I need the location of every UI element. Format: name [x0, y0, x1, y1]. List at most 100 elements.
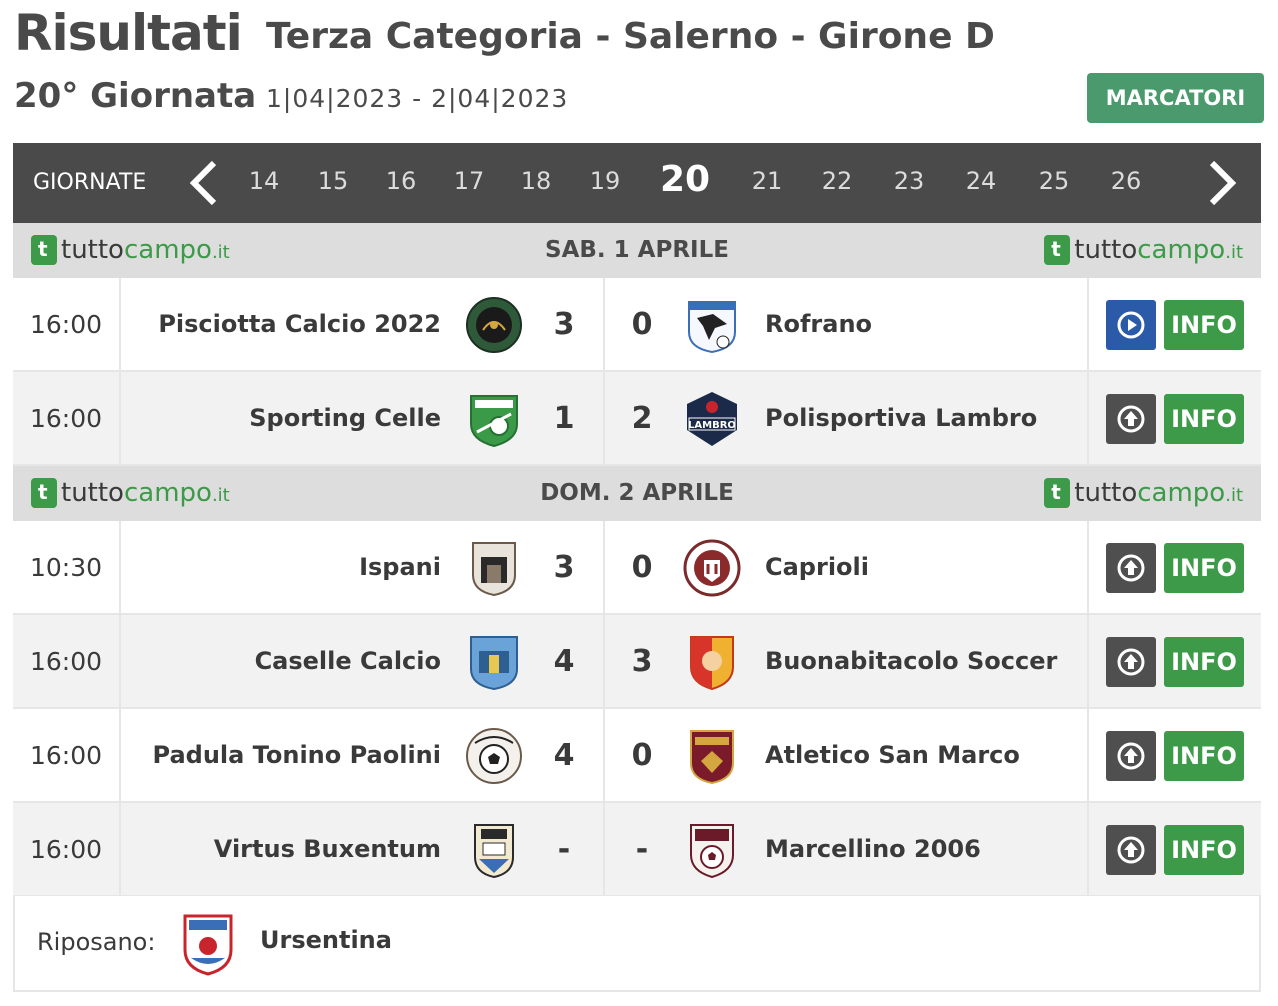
away-team-crest — [683, 539, 741, 597]
away-score: 2 — [631, 400, 653, 436]
round-link-17[interactable]: 17 — [445, 167, 493, 195]
info-button[interactable]: INFO — [1164, 300, 1244, 350]
arrow-up-icon[interactable] — [1106, 825, 1156, 875]
away-team-name[interactable]: Polisportiva Lambro — [765, 372, 1037, 464]
marcatori-button[interactable]: MARCATORI — [1087, 73, 1264, 123]
home-team-name[interactable]: Pisciotta Calcio 2022 — [158, 278, 441, 370]
home-team-crest — [465, 390, 523, 448]
resting-label: Riposano: — [37, 928, 156, 956]
info-button[interactable]: INFO — [1164, 394, 1244, 444]
resting-team-crest — [179, 912, 237, 976]
info-button[interactable]: INFO — [1164, 825, 1244, 875]
round-navigation: GIORNATE 14 15 16 17 18 19 20 21 22 23 2… — [13, 143, 1261, 223]
match-row[interactable]: 10:30 Ispani 3 0 Caprioli INFO — [13, 521, 1261, 615]
round-link-25[interactable]: 25 — [1030, 167, 1078, 195]
home-team-crest — [465, 296, 523, 354]
match-time: 10:30 — [13, 521, 121, 613]
svg-text:LAMBRO: LAMBRO — [688, 420, 736, 431]
tuttocampo-logo-icon — [1044, 235, 1071, 265]
match-row[interactable]: 16:00 Virtus Buxentum - - Marcellino 200… — [13, 803, 1261, 897]
resting-team-name[interactable]: Ursentina — [260, 926, 392, 954]
round-link-18[interactable]: 18 — [512, 167, 560, 195]
home-team-crest — [465, 633, 523, 691]
away-score: 0 — [631, 306, 653, 342]
home-team-name[interactable]: Virtus Buxentum — [214, 803, 441, 895]
info-button[interactable]: INFO — [1164, 543, 1244, 593]
chevron-right-icon[interactable] — [1203, 159, 1243, 207]
home-team-crest — [465, 539, 523, 597]
round-link-26[interactable]: 26 — [1102, 167, 1150, 195]
away-team-name[interactable]: Marcellino 2006 — [765, 803, 981, 895]
arrow-up-icon[interactable] — [1106, 394, 1156, 444]
away-team-name[interactable]: Rofrano — [765, 278, 872, 370]
match-actions: INFO — [1087, 803, 1261, 895]
home-score: - — [557, 831, 571, 867]
score-divider — [603, 615, 605, 707]
match-row[interactable]: 16:00 Pisciotta Calcio 2022 3 0 Rofrano … — [13, 278, 1261, 372]
away-score: 0 — [631, 549, 653, 585]
match-actions: INFO — [1087, 278, 1261, 370]
round-link-15[interactable]: 15 — [309, 167, 357, 195]
away-team-crest — [683, 821, 741, 879]
match-time: 16:00 — [13, 709, 121, 801]
play-icon[interactable] — [1106, 300, 1156, 350]
arrow-up-icon[interactable] — [1106, 637, 1156, 687]
match-time: 16:00 — [13, 278, 121, 370]
match-actions: INFO — [1087, 709, 1261, 801]
away-team-crest — [683, 633, 741, 691]
match-time: 16:00 — [13, 372, 121, 464]
round-nav-label: GIORNATE — [33, 170, 147, 195]
home-team-name[interactable]: Ispani — [359, 521, 441, 613]
round-dates: 1|04|2023 - 2|04|2023 — [266, 84, 569, 113]
away-team-name[interactable]: Caprioli — [765, 521, 869, 613]
home-score: 4 — [553, 643, 575, 679]
home-score: 3 — [553, 549, 575, 585]
info-button[interactable]: INFO — [1164, 731, 1244, 781]
home-score: 1 — [553, 400, 575, 436]
match-row[interactable]: 16:00 Padula Tonino Paolini 4 0 Atletico… — [13, 709, 1261, 803]
round-link-23[interactable]: 23 — [885, 167, 933, 195]
home-team-name[interactable]: Caselle Calcio — [255, 615, 441, 707]
away-team-name[interactable]: Atletico San Marco — [765, 709, 1020, 801]
match-row[interactable]: 16:00 Sporting Celle 1 2 LAMBRO Polispor… — [13, 372, 1261, 466]
away-score: 0 — [631, 737, 653, 773]
home-team-crest — [465, 727, 523, 785]
home-team-name[interactable]: Padula Tonino Paolini — [153, 709, 442, 801]
away-score: - — [635, 831, 649, 867]
match-actions: INFO — [1087, 521, 1261, 613]
home-team-name[interactable]: Sporting Celle — [249, 372, 441, 464]
round-link-16[interactable]: 16 — [377, 167, 425, 195]
score-divider — [603, 709, 605, 801]
score-divider — [603, 372, 605, 464]
day-header-saturday: tuttocampo.it SAB. 1 APRILE tuttocampo.i… — [13, 223, 1261, 278]
tuttocampo-logo: tuttocampo.it — [1044, 235, 1243, 265]
arrow-up-icon[interactable] — [1106, 731, 1156, 781]
round-title: 20° Giornata — [14, 76, 257, 116]
match-actions: INFO — [1087, 615, 1261, 707]
home-score: 3 — [553, 306, 575, 342]
score-divider — [603, 521, 605, 613]
info-button[interactable]: INFO — [1164, 637, 1244, 687]
away-team-crest: LAMBRO — [683, 390, 741, 448]
round-link-14[interactable]: 14 — [240, 167, 288, 195]
home-score: 4 — [553, 737, 575, 773]
round-link-24[interactable]: 24 — [957, 167, 1005, 195]
tuttocampo-logo: tuttocampo.it — [1044, 478, 1243, 508]
match-row[interactable]: 16:00 Caselle Calcio 4 3 Buonabitacolo S… — [13, 615, 1261, 709]
day-header-sunday: tuttocampo.it DOM. 2 APRILE tuttocampo.i… — [13, 466, 1261, 521]
away-team-name[interactable]: Buonabitacolo Soccer — [765, 615, 1057, 707]
chevron-left-icon[interactable] — [183, 159, 223, 207]
round-link-22[interactable]: 22 — [813, 167, 861, 195]
round-link-19[interactable]: 19 — [581, 167, 629, 195]
away-team-crest — [683, 296, 741, 354]
competition-name: Terza Categoria - Salerno - Girone D — [266, 16, 995, 57]
round-link-20-active[interactable]: 20 — [650, 159, 720, 200]
arrow-up-icon[interactable] — [1106, 543, 1156, 593]
match-time: 16:00 — [13, 615, 121, 707]
page-header: Risultati Terza Categoria - Salerno - Gi… — [14, 0, 1264, 140]
home-team-crest — [465, 821, 523, 879]
match-actions: INFO — [1087, 372, 1261, 464]
away-score: 3 — [631, 643, 653, 679]
round-link-21[interactable]: 21 — [743, 167, 791, 195]
page-title: Risultati — [14, 4, 243, 62]
